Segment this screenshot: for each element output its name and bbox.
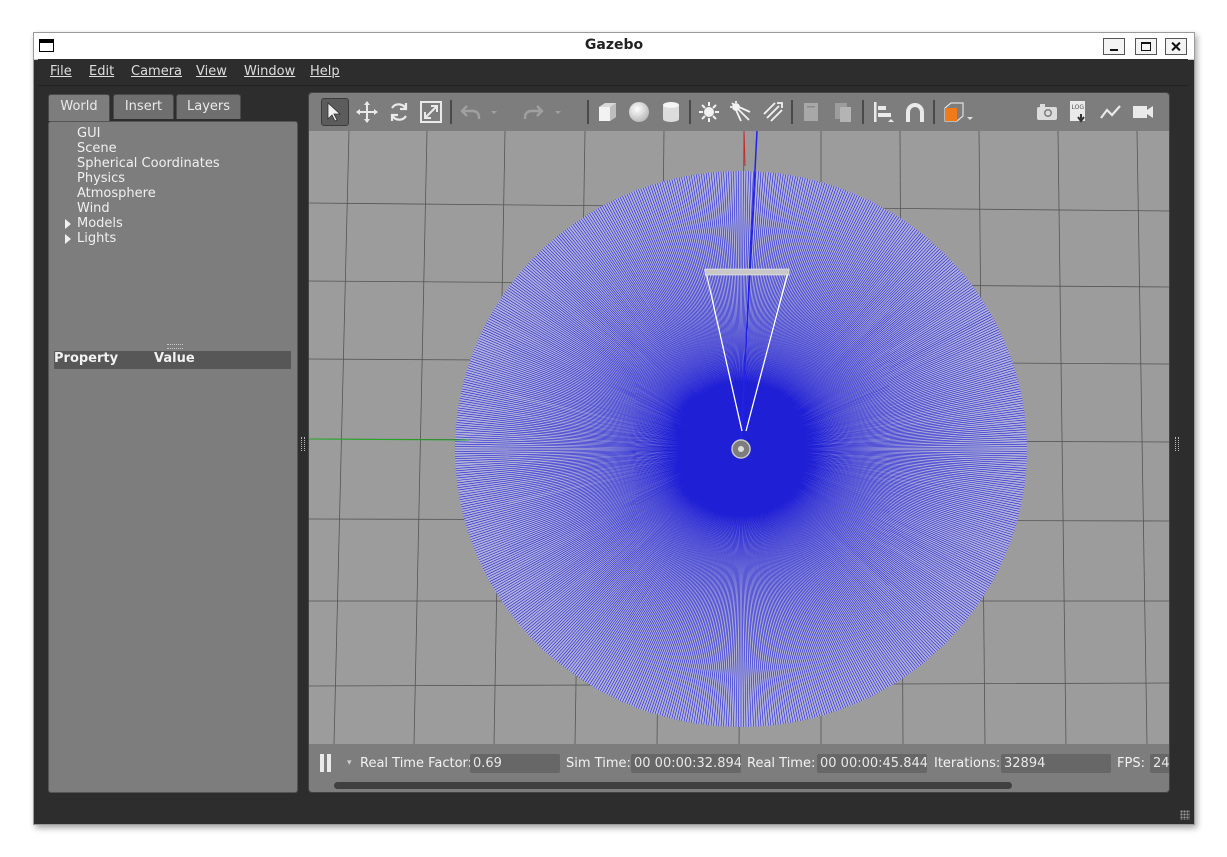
log-record-icon[interactable]: LOG bbox=[1065, 98, 1093, 126]
fps-label: FPS: bbox=[1117, 756, 1145, 771]
tab-world[interactable]: World bbox=[48, 94, 110, 121]
menu-edit[interactable]: Edit bbox=[89, 64, 114, 79]
render-viewport: LOG ▾ Real Time Factor: 0.69 Sim Time: 0… bbox=[308, 92, 1170, 793]
tree-item-models[interactable]: Models bbox=[65, 216, 123, 231]
iterations-value: 32894 bbox=[1001, 754, 1111, 773]
real-time-value: 00 00:00:45.844 bbox=[817, 754, 927, 773]
resize-grip-icon[interactable] bbox=[1180, 810, 1190, 820]
sphere-shape-icon[interactable] bbox=[625, 98, 653, 126]
tree-item-gui[interactable]: GUI bbox=[77, 126, 100, 141]
paste-icon[interactable] bbox=[829, 98, 857, 126]
menu-file[interactable]: File bbox=[50, 64, 72, 79]
property-column-header[interactable]: Property bbox=[54, 351, 118, 366]
step-dropdown-icon[interactable]: ▾ bbox=[347, 758, 352, 768]
close-button[interactable] bbox=[1165, 38, 1187, 55]
gazebo-window: Gazebo File Edit Camera View Window Help… bbox=[33, 32, 1195, 825]
menu-bar: File Edit Camera View Window Help bbox=[38, 59, 1188, 86]
svg-text:LOG: LOG bbox=[1072, 104, 1085, 111]
tree-item-lights[interactable]: Lights bbox=[65, 231, 117, 246]
fps-value: 24 bbox=[1150, 754, 1169, 773]
robot-sensor-center bbox=[738, 446, 744, 452]
cylinder-shape-icon[interactable] bbox=[657, 98, 685, 126]
copy-icon[interactable] bbox=[797, 98, 825, 126]
tree-item-spherical-coordinates[interactable]: Spherical Coordinates bbox=[77, 156, 220, 171]
box-shape-icon[interactable] bbox=[593, 98, 621, 126]
rtf-value: 0.69 bbox=[470, 754, 560, 773]
rotate-icon[interactable] bbox=[385, 98, 413, 126]
property-table-header: Property Value bbox=[54, 351, 291, 369]
plot-icon[interactable] bbox=[1097, 98, 1125, 126]
snap-magnet-icon[interactable] bbox=[901, 98, 929, 126]
window-title: Gazebo bbox=[584, 37, 644, 53]
redo-history-icon[interactable] bbox=[551, 98, 565, 126]
tab-insert[interactable]: Insert bbox=[113, 94, 174, 119]
rtf-label: Real Time Factor: bbox=[360, 756, 473, 771]
toolbar-separator bbox=[862, 100, 864, 124]
point-light-icon[interactable] bbox=[695, 98, 723, 126]
translate-icon[interactable] bbox=[353, 98, 381, 126]
spot-light-icon[interactable] bbox=[727, 98, 755, 126]
toolbar-separator bbox=[587, 100, 589, 124]
tree-item-wind[interactable]: Wind bbox=[77, 201, 110, 216]
real-time-label: Real Time: bbox=[747, 756, 816, 771]
align-icon[interactable] bbox=[869, 98, 897, 126]
undo-icon[interactable] bbox=[457, 98, 485, 126]
3d-scene-view[interactable] bbox=[309, 131, 1170, 744]
scene-toolbar: LOG bbox=[309, 93, 1169, 131]
menu-view[interactable]: View bbox=[196, 64, 227, 79]
sim-time-value: 00 00:00:32.894 bbox=[631, 754, 741, 773]
expand-arrow-icon[interactable] bbox=[65, 219, 71, 229]
video-record-icon[interactable] bbox=[1129, 98, 1157, 126]
minimize-button[interactable] bbox=[1103, 38, 1125, 55]
screenshot-camera-icon[interactable] bbox=[1033, 98, 1061, 126]
view-angle-cube-icon[interactable] bbox=[939, 98, 975, 126]
iterations-label: Iterations: bbox=[934, 756, 1001, 771]
scale-icon[interactable] bbox=[417, 98, 445, 126]
tree-item-physics[interactable]: Physics bbox=[77, 171, 125, 186]
pause-icon[interactable] bbox=[319, 754, 333, 772]
menu-window[interactable]: Window bbox=[244, 64, 295, 79]
undo-history-icon[interactable] bbox=[487, 98, 501, 126]
tree-item-label: Lights bbox=[77, 231, 117, 246]
maximize-button[interactable] bbox=[1135, 38, 1157, 55]
value-column-header[interactable]: Value bbox=[154, 351, 195, 366]
tree-item-label: Models bbox=[77, 216, 123, 231]
directional-light-icon[interactable] bbox=[759, 98, 787, 126]
expand-arrow-icon[interactable] bbox=[65, 234, 71, 244]
toolbar-separator bbox=[933, 100, 935, 124]
toolbar-separator bbox=[791, 100, 793, 124]
status-scrollbar[interactable] bbox=[334, 782, 1012, 789]
status-bar: ▾ Real Time Factor: 0.69 Sim Time: 00 00… bbox=[309, 744, 1169, 792]
menu-help[interactable]: Help bbox=[310, 64, 340, 79]
toolbar-separator bbox=[689, 100, 691, 124]
right-splitter-grip[interactable] bbox=[1175, 437, 1179, 451]
panel-splitter-handle[interactable] bbox=[167, 344, 183, 349]
title-bar[interactable]: Gazebo bbox=[34, 33, 1194, 60]
toolbar-separator bbox=[450, 100, 452, 124]
sim-time-label: Sim Time: bbox=[566, 756, 631, 771]
redo-icon[interactable] bbox=[519, 98, 547, 126]
tree-item-scene[interactable]: Scene bbox=[77, 141, 117, 156]
tree-item-atmosphere[interactable]: Atmosphere bbox=[77, 186, 156, 201]
menu-camera[interactable]: Camera bbox=[131, 64, 182, 79]
left-splitter-grip[interactable] bbox=[301, 437, 305, 451]
camera-image-plane bbox=[704, 268, 790, 276]
select-arrow-icon[interactable] bbox=[321, 98, 349, 126]
world-panel: GUI Scene Spherical Coordinates Physics … bbox=[48, 121, 298, 793]
tab-layers[interactable]: Layers bbox=[176, 94, 241, 119]
